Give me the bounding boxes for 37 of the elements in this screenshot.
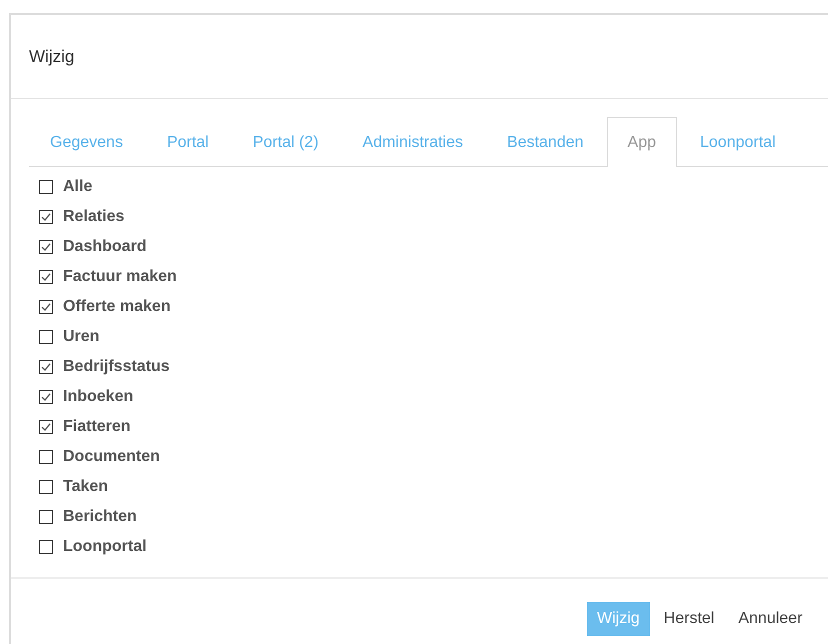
option-label: Berichten	[63, 508, 137, 526]
tab[interactable]: Bestanden	[486, 117, 605, 167]
tab[interactable]: Administraties	[342, 117, 484, 167]
checkbox[interactable]	[39, 420, 53, 434]
option-label: Fiatteren	[63, 418, 131, 436]
option-label: Dashboard	[63, 238, 147, 256]
checkbox[interactable]	[39, 540, 53, 554]
option-label: Factuur maken	[63, 268, 177, 286]
save-button[interactable]: Wijzig	[587, 602, 650, 636]
checkbox[interactable]	[39, 210, 53, 224]
checkbox[interactable]	[39, 330, 53, 344]
tab[interactable]: Portal	[146, 117, 230, 167]
option-label: Relaties	[63, 208, 124, 226]
tab[interactable]: Loonportal	[679, 117, 797, 167]
checkbox[interactable]	[39, 180, 53, 194]
dialog-title: Wijzig	[29, 46, 74, 66]
checkbox[interactable]	[39, 240, 53, 254]
tab[interactable]: Portal (2)	[232, 117, 340, 167]
footer-button[interactable]: Annuleer	[728, 602, 812, 636]
checkbox[interactable]	[39, 450, 53, 464]
option-label: Loonportal	[63, 538, 147, 556]
checkbox[interactable]	[39, 510, 53, 524]
checkbox[interactable]	[39, 270, 53, 284]
option-label: Documenten	[63, 448, 160, 466]
checkbox[interactable]	[39, 360, 53, 374]
option-label: Taken	[63, 478, 108, 496]
option-label: Inboeken	[63, 388, 134, 406]
option-label: Alle	[63, 178, 92, 196]
checkbox[interactable]	[39, 390, 53, 404]
checkbox[interactable]	[39, 300, 53, 314]
checkbox[interactable]	[39, 480, 53, 494]
tab[interactable]: App	[606, 117, 677, 167]
option-label: Bedrijfsstatus	[63, 358, 170, 376]
tab[interactable]: Gegevens	[29, 117, 144, 167]
option-label: Offerte maken	[63, 298, 171, 316]
footer-button[interactable]: Herstel	[654, 602, 724, 636]
option-label: Uren	[63, 328, 100, 346]
